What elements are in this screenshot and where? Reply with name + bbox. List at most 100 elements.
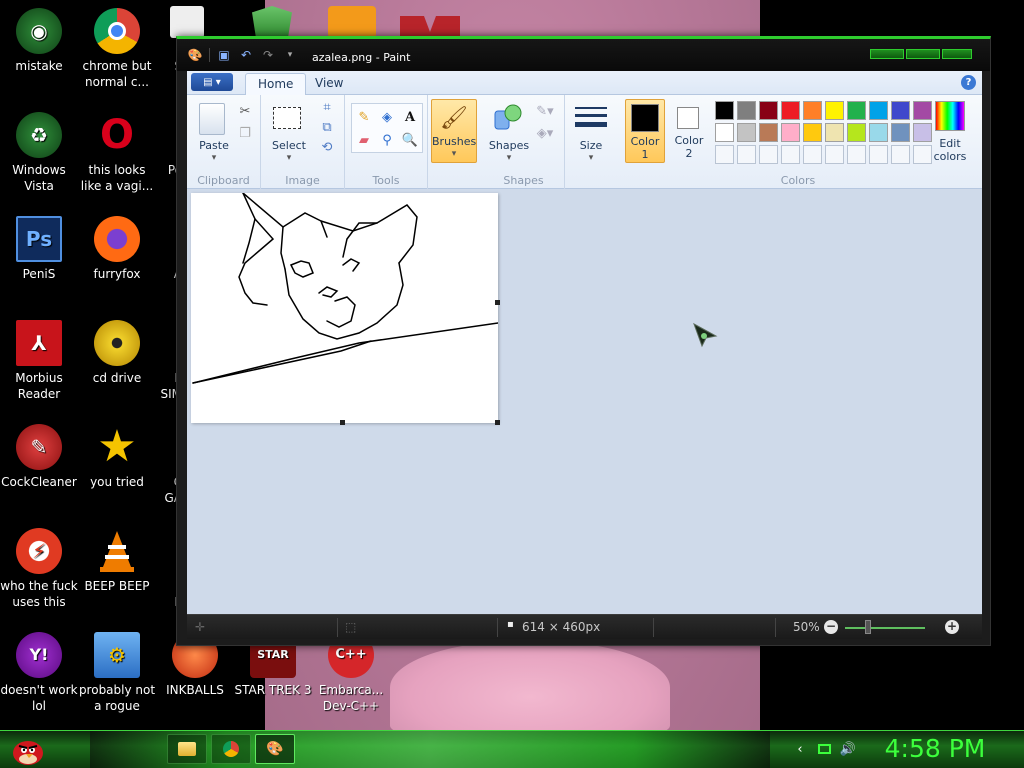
color1-button[interactable]: Color 1	[625, 99, 665, 163]
custom-color-slot[interactable]	[781, 145, 800, 164]
tray-network-icon[interactable]	[816, 741, 832, 757]
zoom-in-button[interactable]: +	[945, 620, 959, 634]
drawing-canvas[interactable]	[191, 192, 499, 423]
zoom-out-button[interactable]: −	[824, 620, 838, 634]
rotate-icon[interactable]: ⟲	[317, 137, 337, 157]
custom-color-slot[interactable]	[825, 145, 844, 164]
color-picker-icon[interactable]: ⚲	[377, 130, 397, 150]
custom-color-slot[interactable]	[847, 145, 866, 164]
desktop-icon-who-uses-this[interactable]: ⚡ who the fuck uses this	[0, 528, 79, 610]
hidden-icon-label[interactable]: C	[132, 474, 182, 490]
bad-piggies-icon[interactable]	[328, 6, 376, 38]
resize-handle-right[interactable]	[495, 300, 500, 305]
taskbar-chrome[interactable]	[211, 734, 251, 764]
desktop-icon-windows-vista[interactable]: ♻ Windows Vista	[0, 112, 79, 194]
zoom-slider-thumb[interactable]	[865, 620, 871, 634]
palette-swatch[interactable]	[891, 123, 910, 142]
desktop-icon-beep-beep[interactable]: BEEP BEEP	[77, 528, 157, 594]
save-icon[interactable]: ▣	[216, 48, 232, 62]
custom-color-slot[interactable]	[759, 145, 778, 164]
custom-color-slot[interactable]	[891, 145, 910, 164]
resize-handle-corner[interactable]	[495, 420, 500, 425]
palette-swatch[interactable]	[715, 101, 734, 120]
palette-swatch[interactable]	[737, 101, 756, 120]
paint-menu-button[interactable]: ▤ ▾	[191, 73, 233, 91]
redo-icon[interactable]: ↷	[260, 48, 276, 62]
tab-home[interactable]: Home	[245, 73, 307, 95]
palette-swatch[interactable]	[781, 123, 800, 142]
taskbar-explorer[interactable]	[167, 734, 207, 764]
size-dropdown-icon[interactable]: ▾	[565, 152, 617, 165]
select-icon[interactable]	[273, 107, 301, 129]
taskbar-paint[interactable]: 🎨	[255, 734, 295, 764]
desktop-icon-morbius-reader[interactable]: ⅄ Morbius Reader	[0, 320, 79, 402]
pencil-icon[interactable]: ✎	[354, 107, 374, 127]
solitaire-icon[interactable]	[170, 6, 204, 38]
tray-arrow-icon[interactable]: ‹	[792, 741, 808, 757]
desktop-icon-doesnt-work[interactable]: Y! doesn't work lol	[0, 632, 79, 714]
copy-icon[interactable]: ❐	[235, 123, 255, 143]
desktop-icon-chrome[interactable]: chrome but normal c...	[77, 8, 157, 90]
palette-swatch[interactable]	[715, 123, 734, 142]
palette-swatch[interactable]	[759, 123, 778, 142]
palette-swatch[interactable]	[869, 123, 888, 142]
zoom-slider[interactable]	[845, 627, 925, 629]
hidden-icon-label[interactable]: E	[132, 594, 182, 610]
start-button[interactable]	[8, 732, 48, 768]
outline-icon[interactable]: ✎▾	[535, 101, 555, 121]
shapes-icon[interactable]	[493, 103, 523, 133]
taskbar-clock[interactable]: 4:58 PM	[880, 733, 990, 765]
custom-color-slot[interactable]	[737, 145, 756, 164]
select-dropdown-icon[interactable]: ▾	[263, 152, 315, 165]
desktop-icon-cockcleaner[interactable]: ✎ CockCleaner	[0, 424, 79, 490]
magnifier-icon[interactable]: 🔍	[400, 130, 420, 150]
undo-icon[interactable]: ↶	[238, 48, 254, 62]
edit-colors-label[interactable]: Edit	[927, 137, 973, 150]
palette-swatch[interactable]	[825, 123, 844, 142]
paste-dropdown-icon[interactable]: ▾	[189, 152, 239, 165]
edit-colors-icon[interactable]	[935, 101, 965, 131]
custom-color-slot[interactable]	[803, 145, 822, 164]
paste-icon[interactable]	[199, 103, 225, 135]
desktop-icon-penis[interactable]: Ps PeniS	[0, 216, 79, 282]
crop-icon[interactable]: ⌗	[317, 97, 337, 117]
palette-swatch[interactable]	[891, 101, 910, 120]
edit-colors-label-line2[interactable]: colors	[927, 150, 973, 163]
palette-swatch[interactable]	[781, 101, 800, 120]
hidden-icon-label[interactable]: E	[132, 370, 182, 386]
palette-swatch[interactable]	[913, 101, 932, 120]
custom-color-slot[interactable]	[715, 145, 734, 164]
paste-button[interactable]: Paste	[189, 139, 239, 152]
color2-button[interactable]: Color 2	[669, 99, 709, 163]
hidden-icon-label[interactable]: Po	[132, 162, 182, 178]
palette-swatch[interactable]	[847, 101, 866, 120]
palette-swatch[interactable]	[847, 123, 866, 142]
hidden-icon-label[interactable]: S	[132, 58, 182, 74]
minimize-button[interactable]	[870, 49, 904, 59]
palette-swatch[interactable]	[737, 123, 756, 142]
help-icon[interactable]: ?	[961, 75, 976, 90]
palette-swatch[interactable]	[825, 101, 844, 120]
tray-volume-icon[interactable]: 🔊	[840, 741, 856, 757]
close-button[interactable]	[942, 49, 972, 59]
security-shield-icon[interactable]	[252, 6, 292, 38]
desktop-icon-probably-not-a-rogue[interactable]: ⚙ probably not a rogue	[77, 632, 157, 714]
eraser-icon[interactable]: ▰	[354, 130, 374, 150]
palette-swatch[interactable]	[869, 101, 888, 120]
hidden-icon-label[interactable]: SIM	[132, 386, 182, 402]
text-icon[interactable]: A	[400, 107, 420, 127]
fill-icon[interactable]: ◈	[377, 107, 397, 127]
fill-shape-icon[interactable]: ◈▾	[535, 123, 555, 143]
customize-qat-icon[interactable]: ▾	[282, 48, 298, 62]
custom-color-slot[interactable]	[869, 145, 888, 164]
maximize-button[interactable]	[906, 49, 940, 59]
paint-app-icon[interactable]: 🎨	[187, 48, 203, 62]
size-button[interactable]: Size	[565, 139, 617, 152]
palette-swatch[interactable]	[759, 101, 778, 120]
palette-swatch[interactable]	[803, 101, 822, 120]
desktop-icon-mistake[interactable]: ◉ mistake	[0, 8, 79, 74]
resize-icon[interactable]: ⧉	[317, 117, 337, 137]
brushes-button[interactable]: 🖌 Brushes ▾	[431, 99, 477, 163]
palette-swatch[interactable]	[803, 123, 822, 142]
resize-handle-bottom[interactable]	[340, 420, 345, 425]
